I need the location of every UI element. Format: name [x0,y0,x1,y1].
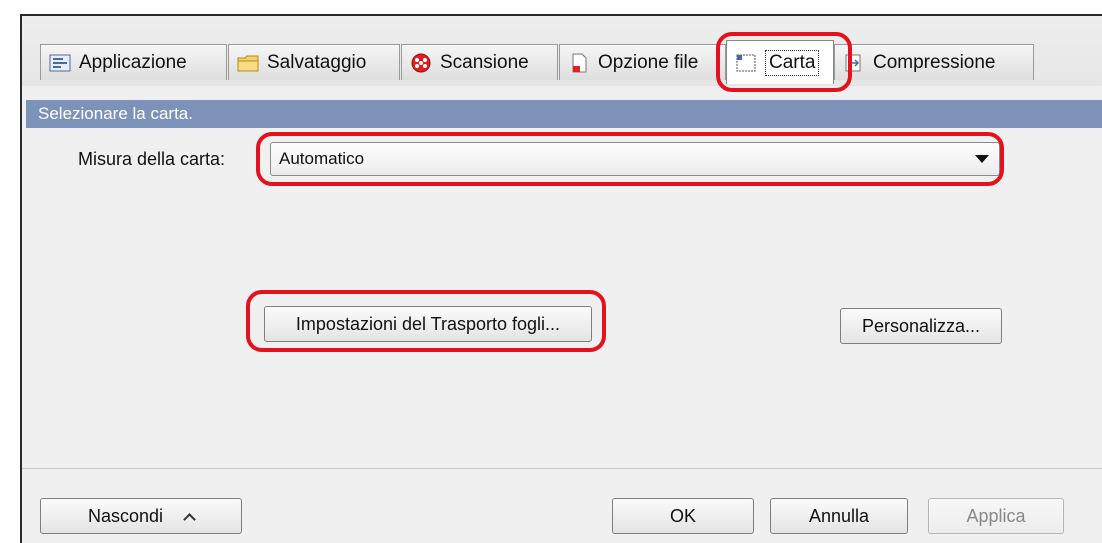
apply-button[interactable]: Applica [928,498,1064,534]
paper-size-value: Automatico [279,149,365,168]
ok-button[interactable]: OK [612,498,754,534]
compression-icon [845,54,861,71]
hide-button-label: Nascondi [87,505,164,526]
paper-size-label: Misura della carta: [78,149,226,169]
tab-strip: Applicazione Salvataggio Scansione Opzio… [22,16,1102,86]
tab-label: Opzione file [598,51,699,73]
tab-salvataggio[interactable]: Salvataggio [228,44,400,80]
file-option-icon [572,53,587,72]
tab-label: Scansione [440,51,529,73]
paper-icon [736,54,756,71]
chevron-down-icon [975,155,989,163]
scan-settings-window: Applicazione Salvataggio Scansione Opzio… [20,14,1102,543]
tab-scansione[interactable]: Scansione [401,44,558,80]
tab-label: Compressione [873,51,996,73]
chevron-up-icon [183,512,196,526]
tab-label: Applicazione [79,51,187,73]
cancel-button[interactable]: Annulla [770,498,908,534]
footer-divider [22,468,1102,469]
tab-label: Carta [765,49,820,76]
carrier-sheet-settings-button[interactable]: Impostazioni del Trasporto fogli... [264,306,592,342]
section-header: Selezionare la carta. [26,100,1102,128]
customize-button[interactable]: Personalizza... [840,308,1002,344]
application-settings-icon [49,54,71,71]
hide-button[interactable]: Nascondi [40,498,242,534]
scan-icon [411,53,431,72]
tab-applicazione[interactable]: Applicazione [40,44,227,80]
tab-compressione[interactable]: Compressione [834,44,1034,80]
tab-carta[interactable]: Carta [726,40,834,84]
folder-icon [237,55,259,71]
tab-label: Salvataggio [267,51,367,73]
tab-opzione-file[interactable]: Opzione file [559,44,726,80]
paper-size-dropdown[interactable]: Automatico [270,142,1000,176]
